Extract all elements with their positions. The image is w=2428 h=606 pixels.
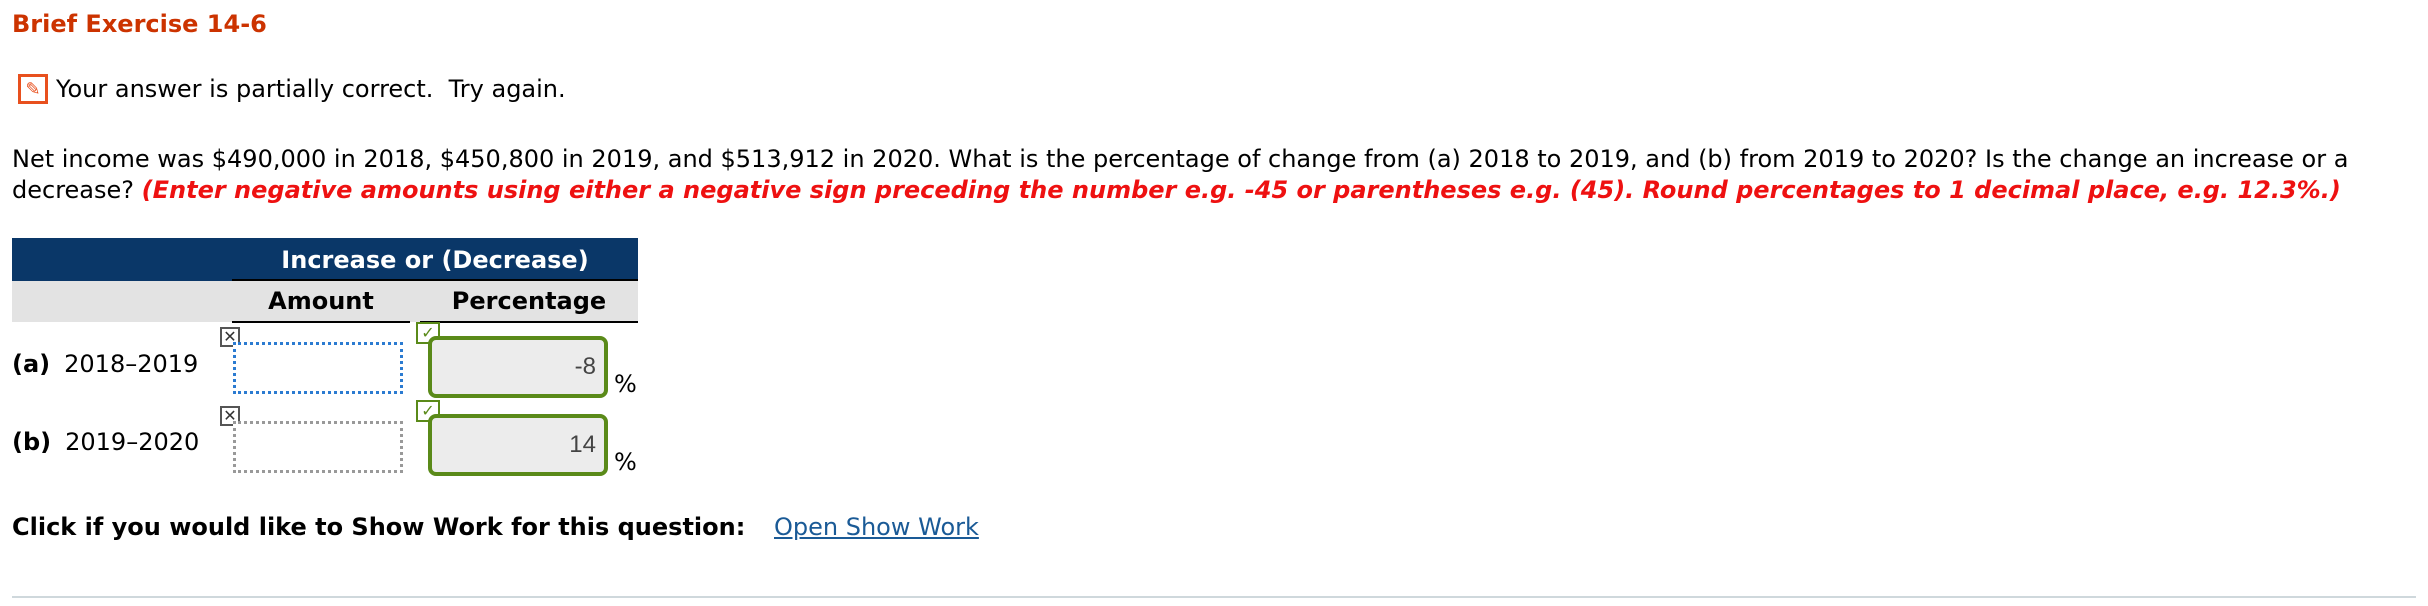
row-label-a: (a) 2018–2019 [12,350,198,378]
percentage-input-b[interactable] [428,414,608,476]
column-header-percentage: Percentage [420,281,638,323]
bottom-divider [12,596,2416,598]
amount-input-a[interactable] [233,342,403,394]
question-instruction: (Enter negative amounts using either a n… [141,176,2341,204]
exercise-title: Brief Exercise 14-6 [12,10,267,38]
open-show-work-link[interactable]: Open Show Work [774,513,979,541]
amount-input-b[interactable] [233,421,403,473]
question-text: Net income was $490,000 in 2018, $450,80… [12,144,2412,206]
row-letter: (b) [12,428,52,456]
status-text: Your answer is partially correct. Try ag… [56,75,566,103]
row-letter: (a) [12,350,51,378]
answer-status: ✎ Your answer is partially correct. Try … [18,74,566,104]
column-header-amount: Amount [232,281,410,323]
row-period: 2019–2020 [65,428,200,456]
percent-sign: % [614,370,637,398]
row-label-b: (b) 2019–2020 [12,428,199,456]
row-period: 2018–2019 [64,350,199,378]
show-work-prompt: Click if you would like to Show Work for… [12,513,746,541]
table-header-title: Increase or (Decrease) [281,245,589,274]
pencil-icon: ✎ [18,74,48,104]
percent-sign: % [614,448,637,476]
percentage-input-a[interactable] [428,336,608,398]
